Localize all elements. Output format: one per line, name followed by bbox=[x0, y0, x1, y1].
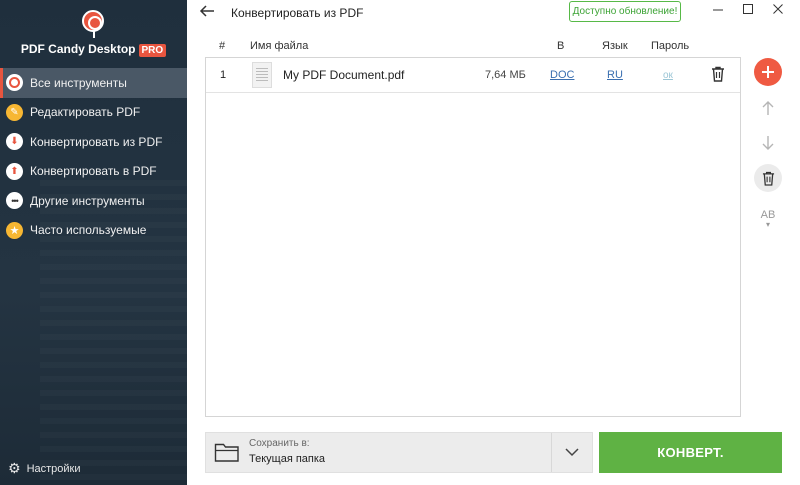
maximize-icon bbox=[743, 4, 753, 14]
arrow-up-icon: ⬆ bbox=[6, 162, 23, 180]
update-available-button[interactable]: Доступно обновление! bbox=[569, 1, 681, 22]
file-list[interactable]: 1 My PDF Document.pdf 7,64 МБ DOC RU ок bbox=[205, 57, 741, 417]
file-size: 7,64 МБ bbox=[485, 69, 526, 81]
save-location-selector[interactable]: Сохранить в: Текущая папка bbox=[205, 432, 593, 473]
app-brand: PDF Candy Desktop PRO bbox=[0, 42, 187, 57]
ab-label: AB bbox=[760, 209, 776, 221]
arrow-down-icon: ⬇ bbox=[6, 133, 23, 151]
column-header-format: В bbox=[557, 40, 565, 52]
delete-file-button[interactable] bbox=[711, 66, 727, 82]
sidebar-item-convert-to-pdf[interactable]: ⬆ Конвертировать в PDF bbox=[0, 157, 187, 187]
sidebar-item-frequently-used[interactable]: ★ Часто используемые bbox=[0, 216, 187, 246]
password-link[interactable]: ок bbox=[663, 70, 673, 81]
move-down-button[interactable] bbox=[754, 129, 782, 157]
pdf-candy-logo-icon bbox=[82, 10, 104, 38]
arrow-up-icon bbox=[762, 101, 774, 115]
sidebar-item-other-tools[interactable]: ••• Другие инструменты bbox=[0, 186, 187, 216]
minimize-button[interactable] bbox=[708, 2, 728, 20]
maximize-button[interactable] bbox=[738, 2, 758, 20]
column-header-language: Язык bbox=[602, 40, 628, 52]
close-button[interactable] bbox=[768, 2, 788, 20]
gear-icon: ⚙ bbox=[8, 460, 21, 476]
folder-icon bbox=[214, 441, 240, 463]
arrow-left-icon bbox=[199, 5, 214, 17]
language-link[interactable]: RU bbox=[607, 69, 623, 81]
row-number: 1 bbox=[220, 69, 227, 81]
sidebar-item-edit-pdf[interactable]: ✎ Редактировать PDF bbox=[0, 98, 187, 128]
sidebar-item-all-tools[interactable]: Все инструменты bbox=[0, 68, 187, 98]
table-row[interactable]: 1 My PDF Document.pdf 7,64 МБ DOC RU ок bbox=[206, 58, 740, 93]
file-thumbnail bbox=[252, 62, 272, 88]
column-header-number: # bbox=[219, 40, 226, 52]
sidebar-item-label: Другие инструменты bbox=[30, 193, 145, 208]
file-name: My PDF Document.pdf bbox=[283, 68, 405, 82]
move-up-button[interactable] bbox=[754, 94, 782, 122]
dots-icon: ••• bbox=[6, 192, 23, 210]
star-icon: ★ bbox=[6, 221, 23, 239]
sort-alphabetical-button[interactable]: AB ▾ bbox=[754, 206, 782, 234]
sidebar-item-convert-from-pdf[interactable]: ⬇ Конвертировать из PDF bbox=[0, 127, 187, 157]
sidebar-item-label: Часто используемые bbox=[30, 223, 147, 238]
app-name: PDF Candy Desktop bbox=[20, 42, 136, 56]
close-icon bbox=[773, 4, 783, 14]
sidebar-nav: Все инструменты ✎ Редактировать PDF ⬇ Ко… bbox=[0, 68, 187, 245]
sidebar-item-label: Конвертировать в PDF bbox=[30, 164, 157, 179]
plus-icon bbox=[762, 66, 774, 78]
sidebar: PDF Candy Desktop PRO Все инструменты ✎ Р… bbox=[0, 0, 187, 485]
sidebar-item-label: Конвертировать из PDF bbox=[30, 134, 163, 149]
save-location-value: Текущая папка bbox=[249, 453, 326, 465]
trash-icon bbox=[712, 66, 724, 82]
output-format-link[interactable]: DOC bbox=[550, 69, 574, 81]
settings-label: Настройки bbox=[26, 462, 81, 475]
column-header-password: Пароль bbox=[651, 40, 690, 52]
back-button[interactable] bbox=[198, 2, 218, 22]
add-file-button[interactable] bbox=[754, 58, 782, 86]
pencil-icon: ✎ bbox=[6, 103, 23, 121]
minimize-icon bbox=[713, 9, 723, 11]
column-header-filename: Имя файла bbox=[250, 40, 309, 52]
sidebar-item-label: Все инструменты bbox=[30, 75, 127, 90]
convert-button[interactable]: КОНВЕРТ. bbox=[599, 432, 782, 473]
chevron-down-icon[interactable] bbox=[564, 445, 580, 459]
divider bbox=[551, 433, 552, 472]
target-icon bbox=[6, 74, 23, 92]
page-title: Конвертировать из PDF bbox=[231, 6, 364, 20]
sort-arrow-icon: ▾ bbox=[765, 220, 770, 229]
pro-badge: PRO bbox=[138, 44, 167, 57]
save-location-label: Сохранить в: bbox=[249, 438, 310, 449]
trash-icon bbox=[762, 171, 774, 186]
arrow-down-icon bbox=[762, 136, 774, 150]
clear-list-button[interactable] bbox=[754, 164, 782, 192]
sidebar-item-label: Редактировать PDF bbox=[30, 105, 141, 120]
settings-button[interactable]: ⚙ Настройки bbox=[8, 460, 81, 477]
